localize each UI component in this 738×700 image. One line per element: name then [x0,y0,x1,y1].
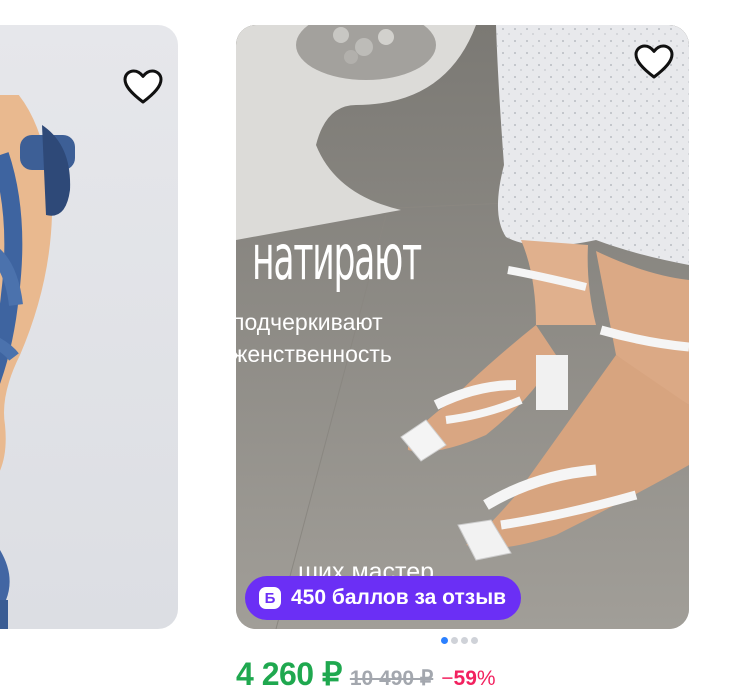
carousel-dots[interactable] [441,637,478,644]
carousel-dot[interactable] [461,637,468,644]
promo-line-2: женственность [236,341,392,367]
price-block: 4 260 ₽ 10 490 ₽ −59% [236,655,496,699]
old-price: 10 490 ₽ [349,667,434,690]
favorite-heart-icon[interactable] [123,69,163,105]
discount-unit: % [476,667,496,690]
favorite-heart-icon[interactable] [634,44,674,80]
discount-badge: −59% [441,667,495,691]
carousel-dot[interactable] [451,637,458,644]
carousel-dot[interactable] [471,637,478,644]
product-image-left [0,95,75,629]
carousel-dot[interactable] [441,637,448,644]
discount-value: 59 [453,667,477,690]
review-points-badge[interactable]: Б 450 баллов за отзыв [245,576,522,620]
review-points-label: 450 баллов за отзыв [291,586,507,609]
promo-line-1: подчеркивают [236,309,383,335]
current-price: 4 260 ₽ [236,656,342,692]
product-card-image[interactable]: натирают подчеркивают женственность [236,25,689,629]
points-icon: Б [259,587,281,609]
product-card-left[interactable] [0,25,178,629]
discount-sign: − [441,667,454,690]
promo-headline: натирают [252,221,422,294]
